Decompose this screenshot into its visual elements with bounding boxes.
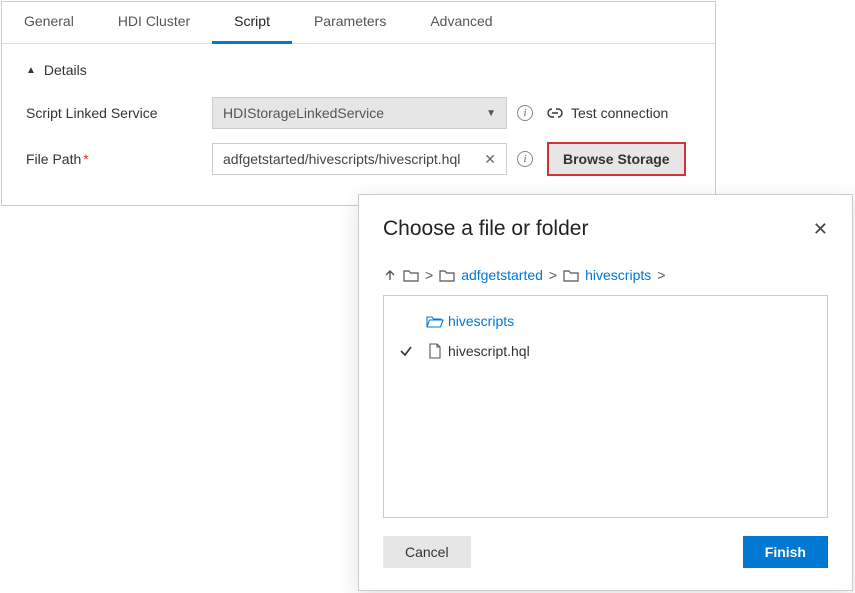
tab-hdi-cluster[interactable]: HDI Cluster <box>96 2 212 44</box>
breadcrumb-hivescripts[interactable]: hivescripts <box>585 267 651 283</box>
folder-icon[interactable] <box>403 269 419 282</box>
row-file-path: File Path* adfgetstarted/hivescripts/hiv… <box>26 136 691 182</box>
label-file-path: File Path* <box>26 151 212 167</box>
tab-bar: General HDI Cluster Script Parameters Ad… <box>2 2 715 44</box>
breadcrumb-sep: > <box>425 267 433 283</box>
tab-advanced[interactable]: Advanced <box>408 2 514 44</box>
checkmark-icon <box>390 344 422 358</box>
test-connection-link[interactable]: Test connection <box>571 105 668 121</box>
folder-open-icon <box>422 314 448 328</box>
list-item-folder[interactable]: hivescripts <box>390 306 821 336</box>
folder-icon <box>439 269 455 282</box>
chevron-down-icon: ▼ <box>486 108 496 119</box>
close-icon[interactable]: ✕ <box>813 219 828 240</box>
file-path-value: adfgetstarted/hivescripts/hivescript.hql <box>223 151 460 167</box>
link-icon <box>547 106 563 120</box>
tab-general[interactable]: General <box>2 2 96 44</box>
details-toggle[interactable]: ▲ Details <box>26 62 691 78</box>
row-script-linked-service: Script Linked Service HDIStorageLinkedSe… <box>26 90 691 136</box>
input-file-path[interactable]: adfgetstarted/hivescripts/hivescript.hql… <box>212 143 507 175</box>
select-value: HDIStorageLinkedService <box>223 105 384 121</box>
breadcrumb-sep: > <box>549 267 557 283</box>
cancel-button[interactable]: Cancel <box>383 536 471 568</box>
file-icon <box>422 343 448 359</box>
tab-script[interactable]: Script <box>212 2 292 44</box>
breadcrumb: > adfgetstarted > hivescripts > <box>383 267 828 283</box>
script-config-panel: General HDI Cluster Script Parameters Ad… <box>1 1 716 206</box>
breadcrumb-adfgetstarted[interactable]: adfgetstarted <box>461 267 543 283</box>
list-item-file[interactable]: hivescript.hql <box>390 336 821 366</box>
details-section: ▲ Details Script Linked Service HDIStora… <box>2 44 715 200</box>
folder-icon <box>563 269 579 282</box>
dialog-header: Choose a file or folder ✕ <box>383 217 828 241</box>
up-arrow-icon[interactable] <box>383 268 397 282</box>
tab-parameters[interactable]: Parameters <box>292 2 408 44</box>
required-asterisk: * <box>83 151 88 167</box>
info-icon[interactable]: i <box>517 151 533 167</box>
dialog-footer: Cancel Finish <box>383 536 828 568</box>
caret-down-icon: ▲ <box>26 65 36 76</box>
details-label: Details <box>44 62 87 78</box>
info-icon[interactable]: i <box>517 105 533 121</box>
browse-storage-button[interactable]: Browse Storage <box>547 142 686 176</box>
finish-button[interactable]: Finish <box>743 536 828 568</box>
breadcrumb-sep: > <box>657 267 665 283</box>
label-script-linked-service: Script Linked Service <box>26 105 212 121</box>
folder-name: hivescripts <box>448 313 514 329</box>
file-list: hivescripts hivescript.hql <box>383 295 828 518</box>
dialog-title: Choose a file or folder <box>383 217 588 241</box>
file-name: hivescript.hql <box>448 343 530 359</box>
clear-icon[interactable]: ✕ <box>484 151 496 168</box>
choose-file-dialog: Choose a file or folder ✕ > adfgetstarte… <box>358 194 853 591</box>
select-script-linked-service[interactable]: HDIStorageLinkedService ▼ <box>212 97 507 129</box>
